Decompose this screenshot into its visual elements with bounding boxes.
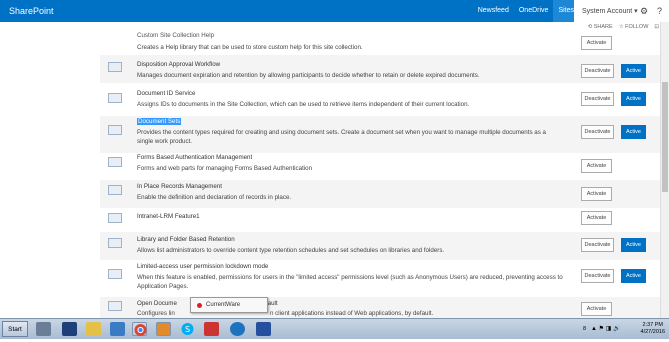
feature-icon: [108, 301, 122, 311]
feature-description: Allows list administrators to override c…: [137, 247, 445, 254]
deactivate-button[interactable]: Deactivate: [581, 125, 614, 139]
feature-title: Library and Folder Based Retention: [137, 236, 235, 243]
feature-title: Limited-access user permission lockdown …: [137, 263, 269, 270]
powershell-icon[interactable]: [62, 322, 77, 336]
currentware-taskbar-icon[interactable]: [204, 322, 219, 336]
feature-row: Forms Based Authentication Management Fo…: [100, 152, 660, 180]
tray-icons[interactable]: ▲ ⚑ ◨ 🔊: [591, 325, 620, 332]
system-tray: 8 ▲ ⚑ ◨ 🔊 2:37 PM 4/27/2016: [579, 319, 669, 340]
feature-row: Intranet-LRM Feature1 Activate: [100, 209, 660, 231]
deactivate-button[interactable]: Deactivate: [581, 64, 614, 78]
clock-date: 4/27/2016: [640, 329, 665, 335]
currentware-icon: [197, 302, 202, 308]
start-label: Start: [8, 325, 22, 333]
feature-description: Enable the definition and declaration of…: [137, 194, 292, 201]
feature-icon: [108, 185, 122, 195]
feature-icon: [108, 93, 122, 103]
activate-button[interactable]: Activate: [581, 211, 612, 225]
feature-icon: [108, 238, 122, 248]
feature-description: When this feature is enabled, permission…: [137, 274, 563, 290]
feature-description-tail: n client applications instead of Web app…: [270, 310, 434, 317]
feature-row: Library and Folder Based Retention Allow…: [100, 232, 660, 260]
activate-button[interactable]: Activate: [581, 187, 612, 201]
feature-icon: [108, 269, 122, 279]
help-icon[interactable]: ?: [657, 6, 662, 16]
feature-list: Custom Site Collection Help Creates a He…: [100, 30, 660, 318]
skype-icon[interactable]: S: [180, 322, 195, 336]
status-badge: Active: [621, 269, 646, 283]
feature-title: Document ID Service: [137, 90, 196, 97]
taskbar-tooltip: CurrentWare: [190, 297, 268, 313]
network-app-icon[interactable]: [256, 322, 271, 336]
server-manager-icon[interactable]: [36, 322, 51, 336]
start-button[interactable]: Start: [2, 321, 28, 337]
scrollbar-thumb[interactable]: [662, 82, 668, 192]
suite-links: Newsfeed OneDrive Sites: [473, 0, 579, 22]
deactivate-button[interactable]: Deactivate: [581, 92, 614, 106]
feature-description: Forms and web parts for managing Forms B…: [137, 165, 313, 172]
feature-icon: [108, 157, 122, 167]
file-explorer-icon[interactable]: [86, 322, 101, 336]
deactivate-button[interactable]: Deactivate: [581, 238, 614, 252]
account-menu[interactable]: System Account ▾: [574, 7, 638, 15]
feature-row: Document ID Service Assigns IDs to docum…: [100, 86, 660, 114]
feature-title: Disposition Approval Workflow: [137, 61, 221, 68]
feature-icon: [108, 125, 122, 135]
status-badge: Active: [621, 125, 646, 139]
clock[interactable]: 2:37 PM 4/27/2016: [641, 322, 665, 336]
newsfeed-link[interactable]: Newsfeed: [473, 0, 514, 22]
sharepoint-brand[interactable]: SharePoint: [0, 6, 54, 16]
tray-label: 8: [583, 326, 587, 332]
feature-row: Custom Site Collection Help Creates a He…: [100, 30, 660, 52]
feature-row: Open Docume Default Configures lin n cli…: [100, 297, 660, 318]
status-badge: Active: [621, 238, 646, 252]
activate-button[interactable]: Activate: [581, 302, 612, 316]
feature-description: Provides the content types required for …: [137, 129, 546, 145]
onedrive-link[interactable]: OneDrive: [514, 0, 554, 22]
chrome-icon[interactable]: [132, 322, 147, 336]
feature-icon: [108, 62, 122, 72]
feature-row: In Place Records Management Enable the d…: [100, 180, 660, 208]
feature-row: Document Sets Provides the content types…: [100, 116, 660, 153]
activate-button[interactable]: Activate: [581, 159, 612, 173]
feature-title: Document Sets: [137, 118, 182, 125]
sharepoint-designer-icon[interactable]: [230, 322, 245, 336]
feature-title: In Place Records Management: [137, 183, 222, 190]
tooltip-label: CurrentWare: [206, 302, 241, 308]
clock-time: 2:37 PM: [642, 322, 663, 328]
sql-server-icon[interactable]: [156, 322, 171, 336]
app-icon[interactable]: [110, 322, 125, 336]
svg-text:S: S: [185, 325, 190, 334]
feature-row: Disposition Approval Workflow Manages do…: [100, 55, 660, 83]
suite-bar: SharePoint Newsfeed OneDrive Sites: [0, 0, 669, 22]
feature-title: Open Docume: [137, 300, 177, 307]
user-bar: System Account ▾ ⚙ ?: [574, 0, 669, 22]
feature-title: Intranet-LRM Feature1: [137, 213, 200, 220]
feature-row: Limited-access user permission lockdown …: [100, 261, 660, 297]
feature-description: Configures lin: [137, 310, 175, 317]
feature-title: Forms Based Authentication Management: [137, 154, 253, 161]
page-scrollbar[interactable]: [660, 22, 669, 318]
deactivate-button[interactable]: Deactivate: [581, 269, 614, 283]
windows-taskbar: Start S 8 ▲ ⚑ ◨ 🔊 2:37 PM 4/27/2016: [0, 318, 669, 339]
status-badge: Active: [621, 92, 646, 106]
feature-title: Custom Site Collection Help: [137, 32, 215, 39]
status-badge: Active: [621, 64, 646, 78]
feature-icon: [108, 213, 122, 223]
gear-icon[interactable]: ⚙: [640, 6, 648, 17]
feature-description: Manages document expiration and retentio…: [137, 72, 480, 79]
feature-description: Assigns IDs to documents in the Site Col…: [137, 101, 470, 108]
activate-button[interactable]: Activate: [581, 36, 612, 50]
feature-description: Creates a Help library that can be used …: [137, 44, 363, 51]
